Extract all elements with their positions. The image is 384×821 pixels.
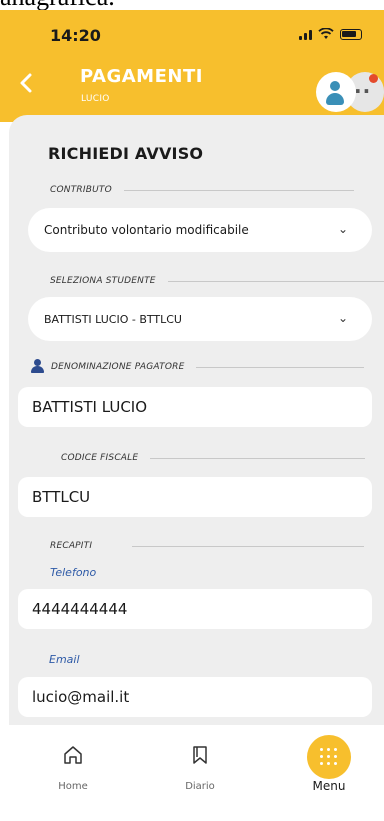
codice-fiscale-value: BTTLCU xyxy=(32,488,91,506)
studente-select[interactable]: BATTISTI LUCIO - BTTLCU ⌄ xyxy=(28,297,372,341)
contributo-value: Contributo volontario modificabile xyxy=(44,223,249,237)
signal-icon xyxy=(299,28,312,40)
telefono-field[interactable]: 4444444444 xyxy=(18,589,372,629)
chevron-down-icon: ⌄ xyxy=(337,311,348,325)
email-value: lucio@mail.it xyxy=(32,688,130,706)
status-icons xyxy=(299,28,362,40)
tab-menu[interactable]: Menu xyxy=(279,725,379,805)
contributo-select[interactable]: Contributo volontario modificabile ⌄ xyxy=(28,208,372,252)
battery-icon xyxy=(340,28,362,40)
cropped-caption: anagrafica. xyxy=(0,0,115,10)
email-field[interactable]: lucio@mail.it xyxy=(18,677,372,717)
tab-home[interactable]: Home xyxy=(23,725,123,805)
codice-fiscale-divider: CODICE FISCALE xyxy=(61,453,366,463)
chevron-down-icon: ⌄ xyxy=(337,222,348,236)
form-card: RICHIEDI AVVISO CONTRIBUTO Contributo vo… xyxy=(9,115,384,725)
avatar[interactable] xyxy=(316,72,356,112)
recapiti-divider: RECAPITI xyxy=(50,541,365,551)
studente-divider: SELEZIONA STUDENTE xyxy=(50,276,384,286)
page-title: PAGAMENTI xyxy=(80,66,203,87)
codice-fiscale-label: CODICE FISCALE xyxy=(61,453,139,463)
person-icon xyxy=(30,359,44,373)
form-title: RICHIEDI AVVISO xyxy=(48,144,204,163)
tab-diario[interactable]: Diario xyxy=(150,725,250,805)
grid-dots-icon xyxy=(320,748,338,766)
app-header: 14:20 PAGAMENTI LUCIO ·· xyxy=(0,10,384,122)
denominazione-field[interactable]: BATTISTI LUCIO xyxy=(18,387,372,427)
notification-dot xyxy=(369,74,378,83)
denominazione-divider: DENOMINAZIONE PAGATORE xyxy=(51,362,365,372)
home-icon xyxy=(64,746,82,764)
studente-label: SELEZIONA STUDENTE xyxy=(50,276,156,286)
bookmark-icon xyxy=(193,746,207,764)
contributo-label: CONTRIBUTO xyxy=(50,185,112,195)
menu-button-circle[interactable] xyxy=(307,735,351,779)
telefono-label: Telefono xyxy=(50,566,97,579)
denominazione-label: DENOMINAZIONE PAGATORE xyxy=(51,362,185,372)
chevron-left-icon xyxy=(20,73,32,93)
tab-home-label: Home xyxy=(58,781,88,792)
back-button[interactable] xyxy=(18,72,46,102)
contributo-divider: CONTRIBUTO xyxy=(50,185,354,195)
bottom-tab-bar: Home Diario Menu xyxy=(0,725,384,821)
tab-menu-label: Menu xyxy=(312,779,346,793)
telefono-value: 4444444444 xyxy=(32,600,128,618)
email-label: Email xyxy=(49,653,80,666)
profile-switcher[interactable]: ·· xyxy=(316,72,384,112)
wifi-icon xyxy=(318,28,334,39)
codice-fiscale-field[interactable]: BTTLCU xyxy=(18,477,372,517)
status-time: 14:20 xyxy=(50,26,101,45)
cropped-top-text: anagrafica. xyxy=(0,0,384,10)
studente-value: BATTISTI LUCIO - BTTLCU xyxy=(44,312,182,326)
recapiti-label: RECAPITI xyxy=(50,541,93,551)
page-subtitle: LUCIO xyxy=(81,94,110,104)
tab-diario-label: Diario xyxy=(185,781,215,792)
denominazione-value: BATTISTI LUCIO xyxy=(32,398,148,416)
